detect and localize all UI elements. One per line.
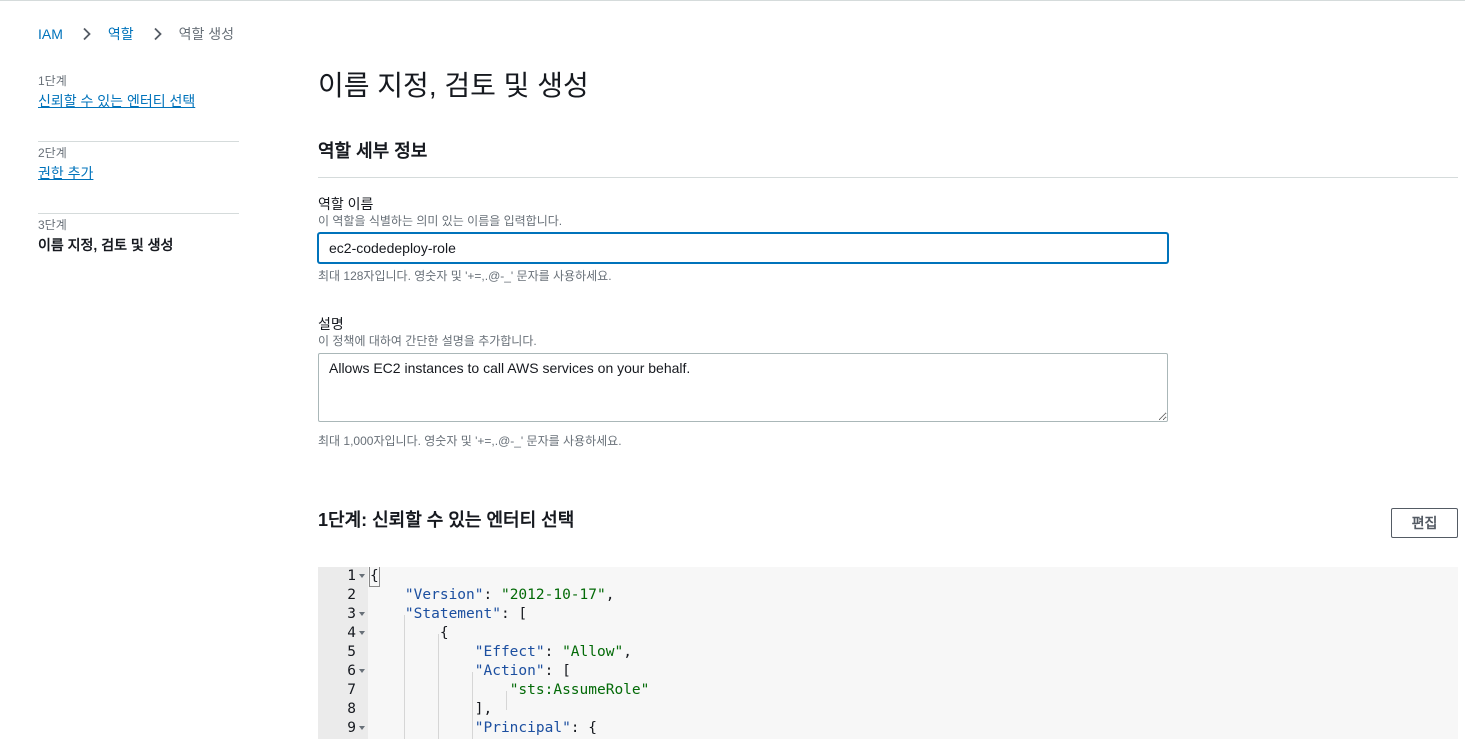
breadcrumb-current: 역할 생성 — [178, 26, 235, 42]
wizard-steps: 1단계 신뢰할 수 있는 엔터티 선택 2단계 권한 추가 3단계 이름 지정,… — [38, 70, 239, 286]
code-line: 8 ], — [318, 700, 1458, 719]
breadcrumb: IAM 역할 역할 생성 — [38, 24, 234, 44]
code-line: 4 { — [318, 624, 1458, 643]
page-title: 이름 지정, 검토 및 생성 — [318, 70, 589, 101]
role-name-input[interactable] — [318, 233, 1168, 263]
chevron-right-icon — [151, 27, 165, 41]
json-key: "Version" — [404, 587, 484, 603]
step-number: 1단계 — [38, 74, 67, 88]
wizard-step-1: 1단계 신뢰할 수 있는 엔터티 선택 — [38, 70, 239, 142]
line-number: 9 — [347, 720, 356, 736]
code-line: 1 { — [318, 567, 1458, 587]
code-line: 2 "Version": "2012-10-17", — [318, 586, 1458, 605]
json-key: "Effect" — [474, 644, 545, 660]
json-string: "2012-10-17" — [500, 587, 606, 603]
line-number: 1 — [347, 568, 356, 584]
json-string: "sts:AssumeRole" — [509, 682, 650, 698]
breadcrumb-roles[interactable]: 역할 — [108, 24, 134, 44]
description-label: 설명 — [318, 316, 344, 332]
trusted-entity-section-title: 1단계: 신뢰할 수 있는 엔터티 선택 — [318, 510, 575, 530]
json-string: "Allow" — [562, 644, 624, 660]
text-cursor-bracket: { — [369, 567, 380, 587]
breadcrumb-iam[interactable]: IAM — [38, 26, 63, 42]
step-link-trusted-entity[interactable]: 신뢰할 수 있는 엔터티 선택 — [38, 90, 239, 112]
code-line: 9 "Principal": { — [318, 719, 1458, 738]
top-divider — [0, 0, 1465, 1]
json-key: "Action" — [474, 663, 545, 679]
role-name-constraint: 최대 128자입니다. 영숫자 및 '+=,.@-_' 문자를 사용하세요. — [318, 269, 612, 283]
wizard-step-2: 2단계 권한 추가 — [38, 142, 239, 214]
wizard-step-3: 3단계 이름 지정, 검토 및 생성 — [38, 214, 239, 286]
step-current-review: 이름 지정, 검토 및 생성 — [38, 237, 174, 253]
step-number: 3단계 — [38, 218, 67, 232]
step-number: 2단계 — [38, 146, 67, 160]
line-number: 2 — [347, 587, 356, 603]
section-divider — [318, 177, 1458, 178]
fold-arrow-icon[interactable] — [359, 574, 365, 578]
step-link-permissions[interactable]: 권한 추가 — [38, 162, 239, 184]
role-name-hint: 이 역할을 식별하는 의미 있는 이름을 입력합니다. — [318, 214, 563, 228]
json-key: "Principal" — [474, 720, 571, 736]
code-line: 7 "sts:AssumeRole" — [318, 681, 1458, 700]
description-constraint: 최대 1,000자입니다. 영숫자 및 '+=,.@-_' 문자를 사용하세요. — [318, 434, 622, 448]
code-line: 3 "Statement": [ — [318, 605, 1458, 624]
chevron-right-icon — [80, 27, 94, 41]
fold-arrow-icon[interactable] — [359, 726, 365, 730]
section-title-role-details: 역할 세부 정보 — [318, 141, 428, 161]
description-textarea[interactable]: Allows EC2 instances to call AWS service… — [318, 353, 1168, 422]
code-line: 6 "Action": [ — [318, 662, 1458, 681]
edit-button[interactable]: 편집 — [1391, 508, 1458, 538]
line-number: 5 — [347, 644, 356, 660]
role-name-label: 역할 이름 — [318, 196, 374, 212]
fold-arrow-icon[interactable] — [359, 631, 365, 635]
line-number: 7 — [347, 682, 356, 698]
description-hint: 이 정책에 대하여 간단한 설명을 추가합니다. — [318, 334, 537, 348]
json-key: "Statement" — [404, 606, 501, 622]
fold-arrow-icon[interactable] — [359, 669, 365, 673]
line-number: 8 — [347, 701, 356, 717]
fold-arrow-icon[interactable] — [359, 612, 365, 616]
line-number: 4 — [347, 625, 356, 641]
code-line: 5 "Effect": "Allow", — [318, 643, 1458, 662]
line-number: 6 — [347, 663, 356, 679]
line-number: 3 — [347, 606, 356, 622]
trust-policy-editor[interactable]: 1 { 2 "Version": "2012-10-17", 3 "Statem… — [318, 567, 1458, 739]
